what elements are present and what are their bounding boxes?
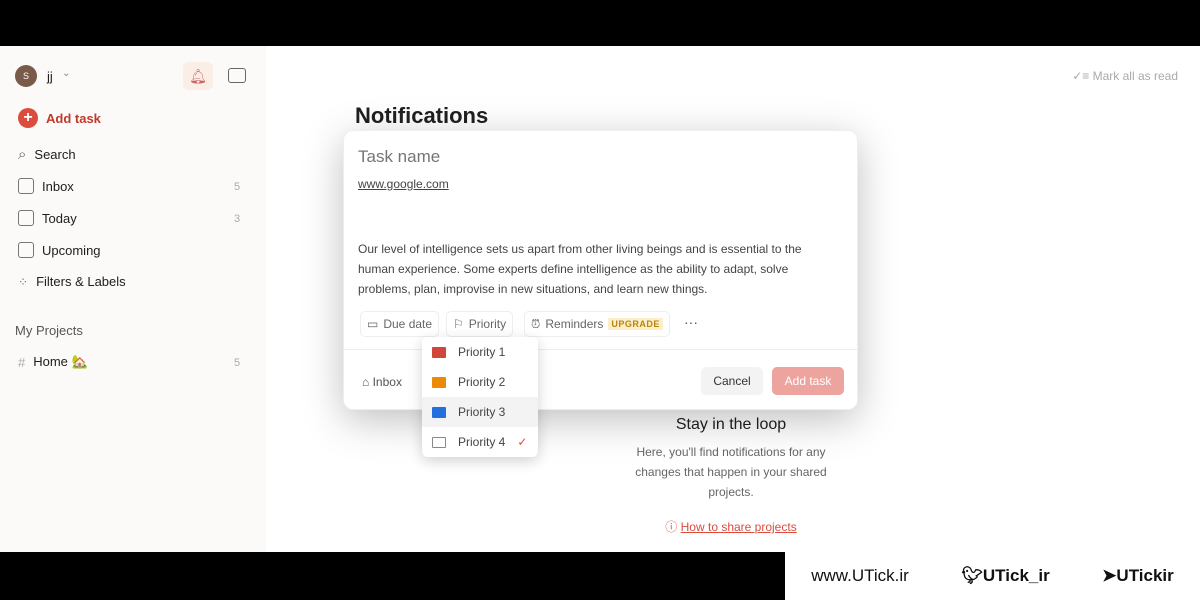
project-home[interactable]: # Home 🏡 bbox=[18, 354, 88, 370]
label: Inbox bbox=[42, 178, 74, 194]
priority-4-option[interactable]: Priority 4 ✓ bbox=[422, 427, 538, 457]
empty-state: Stay in the loop Here, you'll find notif… bbox=[606, 416, 856, 535]
user-menu[interactable]: jj bbox=[47, 69, 53, 84]
hash-icon: # bbox=[18, 354, 26, 370]
home-count: 5 bbox=[234, 357, 241, 369]
more-options-button[interactable]: ··· bbox=[684, 314, 698, 330]
chevron-down-icon[interactable]: ⌄ bbox=[62, 68, 70, 79]
page-title: Notifications bbox=[355, 103, 489, 128]
add-task-label: Add task bbox=[46, 110, 101, 126]
add-task-submit-button[interactable]: Add task bbox=[772, 367, 844, 395]
label: Search bbox=[34, 147, 76, 162]
sidebar-item-inbox[interactable]: Inbox bbox=[18, 178, 74, 194]
flag-orange-icon bbox=[432, 376, 446, 388]
label: How to share projects bbox=[680, 520, 797, 534]
twitter-icon: 🐦︎ bbox=[961, 566, 983, 585]
sidebar-item-upcoming[interactable]: Upcoming bbox=[18, 242, 101, 258]
priority-3-option[interactable]: Priority 3 bbox=[422, 397, 538, 427]
help-icon: ⓘ bbox=[665, 520, 681, 534]
label: Mark all as read bbox=[1092, 69, 1178, 83]
alarm-icon: ⏰︎ bbox=[531, 316, 541, 331]
mark-all-read-button[interactable]: ✓≡ Mark all as read bbox=[1072, 69, 1178, 83]
calendar-icon bbox=[18, 242, 34, 258]
label: Priority bbox=[468, 317, 507, 331]
upgrade-badge: UPGRADE bbox=[608, 318, 663, 330]
inbox-count: 5 bbox=[234, 181, 241, 193]
flag-red-icon bbox=[432, 346, 446, 358]
sidebar-item-search[interactable]: ⌕ Search bbox=[18, 146, 76, 163]
watermark-twitter: 🐦︎UTick_ir bbox=[961, 566, 1049, 586]
avatar[interactable]: S bbox=[15, 65, 37, 87]
add-task-dialog: www.google.com Our level of intelligence… bbox=[343, 130, 858, 410]
check-icon: ✓ bbox=[517, 435, 528, 449]
project-selector[interactable]: ⌂ Inbox bbox=[362, 375, 402, 389]
sidebar-toggle-icon[interactable] bbox=[228, 68, 246, 83]
divider bbox=[344, 349, 857, 350]
flag-icon: ⚐ bbox=[453, 317, 464, 331]
calendar-icon: ▭ bbox=[367, 317, 379, 331]
priority-2-option[interactable]: Priority 2 bbox=[422, 367, 538, 397]
label: Upcoming bbox=[42, 242, 101, 258]
reminders-button[interactable]: ⏰︎ Reminders UPGRADE bbox=[524, 311, 670, 337]
watermark-telegram: ➤UTickir bbox=[1102, 566, 1174, 586]
description-link[interactable]: www.google.com bbox=[358, 177, 449, 191]
priority-1-option[interactable]: Priority 1 bbox=[422, 337, 538, 367]
watermark-bar: www.UTick.ir 🐦︎UTick_ir ➤UTickir bbox=[785, 552, 1200, 600]
telegram-icon: ➤ bbox=[1102, 566, 1117, 585]
label: Priority 1 bbox=[458, 345, 506, 359]
grid-icon: ⁘ bbox=[18, 274, 29, 289]
sidebar-item-filters-labels[interactable]: ⁘ Filters & Labels bbox=[18, 274, 126, 289]
how-to-share-link[interactable]: ⓘ How to share projects bbox=[606, 518, 856, 535]
label: UTickir bbox=[1116, 566, 1174, 585]
empty-state-body: Here, you'll find notifications for any … bbox=[635, 445, 827, 499]
sidebar: S jj ⌄ 🔔︎ + Add task ⌕ Search Inbox 5 Tod… bbox=[0, 46, 266, 552]
bell-icon[interactable]: 🔔︎ bbox=[183, 62, 213, 90]
checklist-icon: ✓≡ bbox=[1072, 69, 1093, 83]
task-name-input[interactable] bbox=[358, 147, 838, 167]
label: Due date bbox=[383, 317, 433, 331]
label: Filters & Labels bbox=[36, 274, 126, 289]
plus-icon: + bbox=[18, 108, 38, 128]
label: Priority 4 bbox=[458, 435, 506, 449]
due-date-button[interactable]: ▭ Due date bbox=[360, 311, 440, 337]
label: Priority 3 bbox=[458, 405, 506, 419]
cancel-button[interactable]: Cancel bbox=[701, 367, 763, 395]
label: Inbox bbox=[372, 375, 402, 389]
description-text[interactable]: Our level of intelligence sets us apart … bbox=[358, 239, 828, 299]
priority-dropdown: Priority 1 Priority 2 Priority 3 Priorit… bbox=[422, 337, 538, 457]
projects-heading[interactable]: My Projects bbox=[15, 323, 83, 338]
empty-state-title: Stay in the loop bbox=[675, 416, 787, 433]
flag-outline-icon bbox=[432, 436, 446, 448]
inbox-icon bbox=[18, 178, 34, 194]
priority-button[interactable]: ⚐ Priority bbox=[446, 311, 514, 337]
label: Home 🏡 bbox=[33, 354, 88, 369]
add-task-button[interactable]: + Add task bbox=[18, 108, 101, 128]
sidebar-item-today[interactable]: Today bbox=[18, 210, 77, 226]
calendar-today-icon bbox=[18, 210, 34, 226]
watermark-site: www.UTick.ir bbox=[811, 566, 909, 585]
today-count: 3 bbox=[234, 213, 241, 225]
search-icon: ⌕ bbox=[18, 146, 27, 163]
inbox-icon: ⌂ bbox=[362, 375, 373, 389]
label: Today bbox=[42, 210, 77, 226]
flag-blue-icon bbox=[432, 406, 446, 418]
label: Reminders bbox=[545, 317, 604, 331]
label: Priority 2 bbox=[458, 375, 506, 389]
label: UTick_ir bbox=[982, 566, 1050, 585]
